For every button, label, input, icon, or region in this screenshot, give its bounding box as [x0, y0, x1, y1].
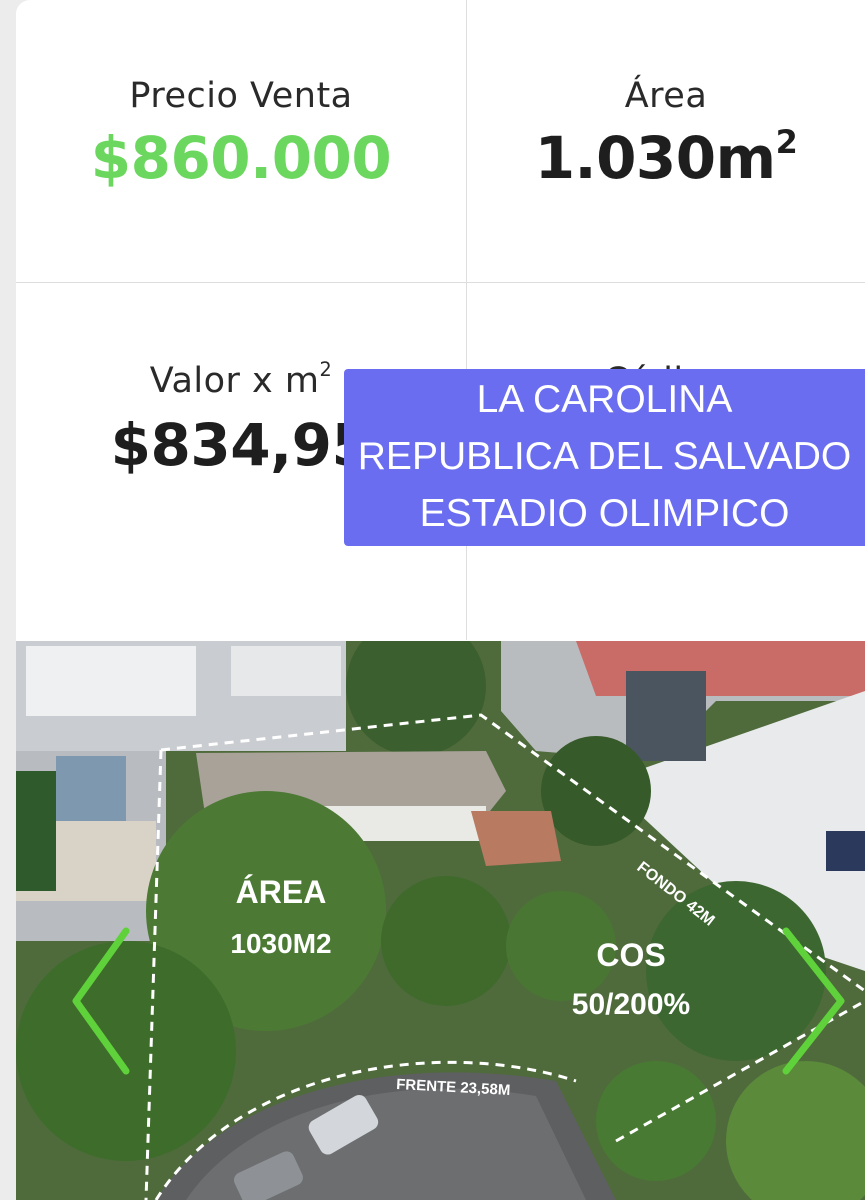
- area-value-number: 1.030m: [534, 124, 776, 192]
- label-area-title: ÁREA: [236, 874, 327, 910]
- valor-label-text: Valor x m: [149, 361, 320, 401]
- label-area-value: 1030M2: [230, 928, 331, 959]
- banner-line-2: REPUBLICA DEL SALVADO: [357, 435, 852, 478]
- roof-terracotta: [471, 811, 561, 866]
- roof-red: [576, 641, 865, 696]
- solar-panel: [826, 831, 865, 871]
- tree-lower-left: [16, 941, 236, 1161]
- tree-right: [541, 736, 651, 846]
- house-white-1: [26, 646, 196, 716]
- precio-label: Precio Venta: [129, 76, 353, 116]
- location-banner: LA CAROLINA REPUBLICA DEL SALVADO ESTADI…: [344, 369, 865, 546]
- stat-precio: Precio Venta $860.000: [16, 0, 466, 282]
- label-cos-value: 50/200%: [572, 988, 690, 1021]
- precio-value: $860.000: [90, 124, 392, 192]
- house-white-2: [231, 646, 341, 696]
- tree-palm-right: [646, 881, 826, 1061]
- label-cos-title: COS: [596, 937, 665, 973]
- tree-left: [16, 771, 56, 891]
- tree-mid: [381, 876, 511, 1006]
- area-label: Área: [624, 76, 708, 116]
- rooftop-unit: [626, 671, 706, 761]
- tree-lower-right: [596, 1061, 716, 1181]
- property-photo[interactable]: ÁREA 1030M2 FONDO 42M COS 50/200% FRENTE…: [16, 641, 865, 1200]
- area-value-sup: 2: [775, 122, 798, 161]
- area-value: 1.030m2: [467, 124, 865, 192]
- banner-line-1: LA CAROLINA: [476, 378, 733, 421]
- stat-area: Área 1.030m2: [467, 0, 865, 282]
- roof-blue: [56, 756, 126, 826]
- valor-label-sup: 2: [319, 358, 333, 382]
- banner-line-3: ESTADIO OLIMPICO: [419, 492, 790, 535]
